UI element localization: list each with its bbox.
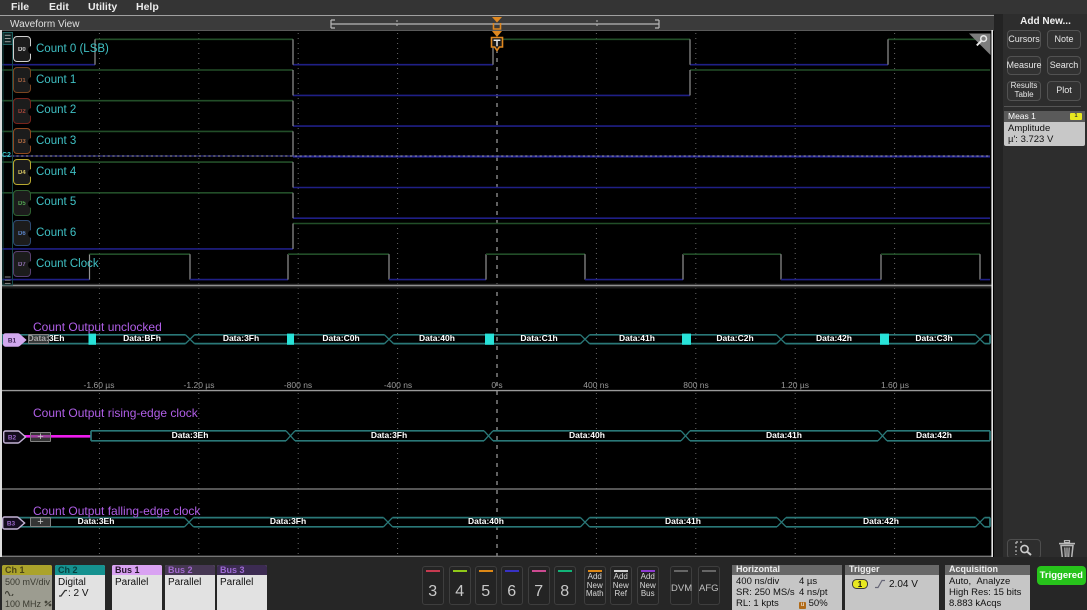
svg-text:B3: B3 (7, 520, 16, 527)
svg-text:B2: B2 (8, 434, 17, 441)
svg-text:B1: B1 (8, 338, 17, 345)
